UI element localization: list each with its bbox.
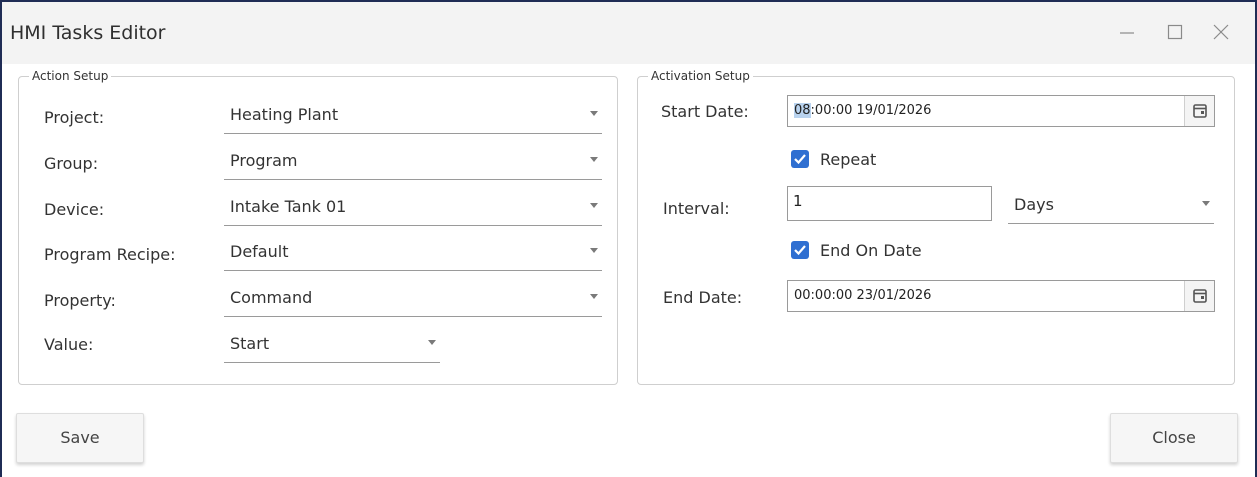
maximize-icon[interactable] xyxy=(1163,20,1187,44)
program-recipe-dropdown[interactable]: Default xyxy=(224,235,602,271)
device-dropdown[interactable]: Intake Tank 01 xyxy=(224,190,602,226)
chevron-down-icon xyxy=(1202,201,1210,206)
value-value: Start xyxy=(230,334,270,353)
chevron-down-icon xyxy=(590,157,598,162)
property-label: Property: xyxy=(44,291,116,310)
activation-setup-legend: Activation Setup xyxy=(651,69,750,83)
calendar-icon[interactable] xyxy=(1184,96,1214,126)
project-label: Project: xyxy=(44,108,105,127)
end-on-date-label[interactable]: End On Date xyxy=(820,241,922,260)
end-on-date-checkbox[interactable] xyxy=(791,241,809,259)
program-recipe-label: Program Recipe: xyxy=(44,245,176,264)
start-date-input[interactable]: 08:00:00 19/01/2026 xyxy=(794,103,931,118)
chevron-down-icon xyxy=(590,111,598,116)
property-dropdown[interactable]: Command xyxy=(224,281,602,317)
project-dropdown[interactable]: Heating Plant xyxy=(224,98,602,134)
property-value: Command xyxy=(230,288,313,307)
action-setup-legend: Action Setup xyxy=(32,69,109,83)
start-date-selected-segment: 08 xyxy=(794,103,811,118)
device-label: Device: xyxy=(44,200,105,219)
group-dropdown[interactable]: Program xyxy=(224,144,602,180)
program-recipe-value: Default xyxy=(230,242,289,261)
group-value: Program xyxy=(230,151,298,170)
chevron-down-icon xyxy=(428,340,436,345)
start-date-rest: :00:00 19/01/2026 xyxy=(810,103,932,118)
end-date-picker[interactable]: 00:00:00 23/01/2026 xyxy=(787,280,1215,312)
start-date-label: Start Date: xyxy=(661,102,749,121)
close-icon[interactable] xyxy=(1209,20,1233,44)
interval-unit-dropdown[interactable]: Days xyxy=(1008,188,1214,224)
repeat-checkbox[interactable] xyxy=(791,150,809,168)
project-value: Heating Plant xyxy=(230,105,339,124)
hmi-tasks-editor-window: HMI Tasks Editor Action Setup Project: H… xyxy=(0,0,1257,477)
start-date-picker[interactable]: 08:00:00 19/01/2026 xyxy=(787,95,1215,127)
end-date-label: End Date: xyxy=(663,288,743,307)
minimize-icon[interactable] xyxy=(1115,20,1139,44)
chevron-down-icon xyxy=(590,248,598,253)
chevron-down-icon xyxy=(590,294,598,299)
window-title: HMI Tasks Editor xyxy=(10,22,166,44)
interval-unit-value: Days xyxy=(1014,195,1054,214)
close-button[interactable]: Close xyxy=(1110,413,1238,463)
end-date-input[interactable]: 00:00:00 23/01/2026 xyxy=(794,288,931,303)
device-value: Intake Tank 01 xyxy=(230,197,347,216)
save-button[interactable]: Save xyxy=(16,413,144,463)
repeat-label[interactable]: Repeat xyxy=(820,150,876,169)
value-label: Value: xyxy=(44,335,94,354)
value-dropdown[interactable]: Start xyxy=(224,327,440,363)
interval-label: Interval: xyxy=(663,199,730,218)
chevron-down-icon xyxy=(590,203,598,208)
interval-value: 1 xyxy=(793,192,803,210)
calendar-icon[interactable] xyxy=(1184,281,1214,311)
group-label: Group: xyxy=(44,154,99,173)
title-bar[interactable]: HMI Tasks Editor xyxy=(2,2,1255,64)
interval-input[interactable]: 1 xyxy=(787,186,992,221)
